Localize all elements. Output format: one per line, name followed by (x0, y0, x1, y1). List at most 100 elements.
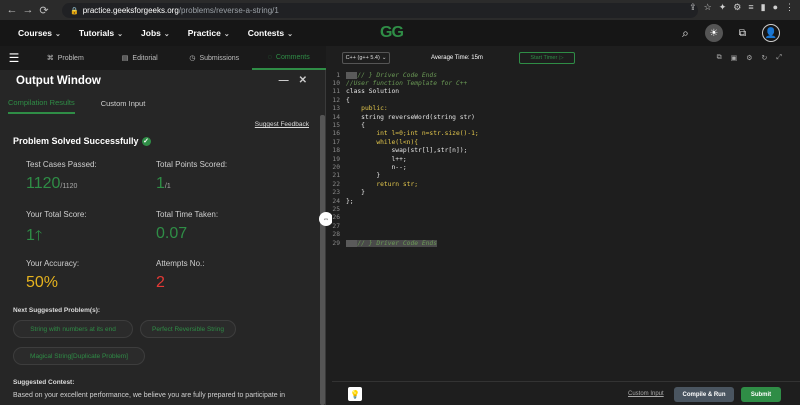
stat-value: 1120/1120 (26, 175, 78, 192)
search-icon[interactable]: ⌕ (682, 26, 689, 41)
share-icon[interactable]: ⇪ (689, 2, 697, 13)
output-window-title: Output Window (16, 75, 101, 87)
chevron-down-icon: ⌄ (117, 31, 124, 38)
stat-attempts: Attempts No.: 2 (156, 259, 204, 292)
extension-icon[interactable]: ✦ (719, 2, 727, 13)
save-icon[interactable]: ▣ (731, 54, 738, 62)
queue-icon[interactable]: ≡ (748, 2, 753, 13)
tab-comments[interactable]: ◌ Comments (251, 46, 326, 70)
back-icon[interactable]: ← (4, 2, 20, 18)
code-line: 13 public: (332, 105, 388, 113)
close-icon[interactable]: ✕ (299, 75, 307, 86)
forward-icon[interactable]: → (20, 2, 36, 18)
suggestion-chip[interactable]: Perfect Reversible String (140, 320, 236, 338)
stat-points: Total Points Scored: 1/1 (156, 160, 227, 193)
stat-value: 0.07 (156, 225, 188, 242)
site-actions: ⌕ ☀ ⧉ 👤 (682, 24, 780, 42)
gfg-logo[interactable]: GG (380, 24, 404, 42)
code-line: 24}; (332, 197, 354, 205)
stat-accuracy: Your Accuracy: 50% (26, 259, 79, 292)
document-icon: ▤ (121, 55, 129, 62)
address-bar[interactable]: 🔒 practice.geeksforgeeks.org/problems/re… (62, 3, 698, 18)
translate-icon[interactable]: ⧉ (739, 28, 746, 39)
lock-icon: 🔒 (70, 7, 79, 15)
stat-value: 1🡑 (26, 227, 43, 244)
copy-icon[interactable]: ⧉ (717, 54, 722, 62)
average-time: Average Time: 15m (431, 55, 483, 61)
hamburger-menu-icon[interactable]: ☰ (0, 46, 28, 70)
start-timer-button[interactable]: Start Timer ▷ (519, 52, 575, 64)
browser-toolbar: ← → ⟳ 🔒 practice.geeksforgeeks.org/probl… (0, 0, 800, 20)
code-line: 15 { (332, 122, 365, 130)
resize-handle-icon[interactable]: ⇔ (319, 212, 333, 226)
url-path: /problems/reverse-a-string/1 (178, 6, 279, 15)
code-line: 14 string reverseWord(string str) (332, 113, 475, 121)
check-circle-icon: ✓ (141, 136, 151, 146)
chevron-down-icon: ⌄ (163, 31, 170, 38)
reset-icon[interactable]: ↻ (762, 54, 768, 62)
next-suggested-title: Next Suggested Problem(s): (13, 307, 101, 314)
star-icon[interactable]: ☆ (704, 2, 712, 13)
status-message: Problem Solved Successfully ✓ (13, 136, 151, 146)
tab-compilation-results[interactable]: Compilation Results (8, 98, 75, 114)
kebab-menu-icon[interactable]: ⋮ (785, 2, 794, 13)
code-line: 27 (332, 222, 340, 230)
minimize-icon[interactable]: — (279, 75, 289, 86)
stat-label: Total Time Taken: (156, 210, 219, 219)
stat-total-score: Your Total Score: 1🡑 (26, 210, 86, 249)
fullscreen-icon[interactable]: ⤢ (776, 54, 782, 62)
browser-actions: ⇪ ☆ ✦ ⚙ ≡ ▮ ● ⋮ (689, 2, 794, 13)
compile-run-button[interactable]: Compile & Run (674, 387, 734, 402)
stat-label: Test Cases Passed: (26, 160, 97, 169)
tab-custom-input[interactable]: Custom Input (101, 99, 146, 113)
lightbulb-icon[interactable]: 💡 (348, 387, 362, 401)
suggested-contest-text: Based on your excellent performance, we … (13, 392, 285, 399)
tab-editorial[interactable]: ▤ Editorial (103, 46, 178, 70)
code-line: 20 n--; (332, 163, 407, 171)
output-tabs: Compilation Results Custom Input (0, 96, 325, 116)
code-line: 18 swap(str[l],str[n]); (332, 147, 468, 155)
suggestion-chip[interactable]: String with numbers at its end (13, 320, 133, 338)
stat-value: 50% (26, 274, 59, 291)
play-icon: ▷ (559, 55, 564, 61)
arrow-up-icon: 🡑 (34, 227, 43, 243)
reload-icon[interactable]: ⟳ (36, 2, 52, 18)
url-host: practice.geeksforgeeks.org (82, 6, 179, 15)
editor-toolbar: C++ (g++ 5.4) ⌄ Average Time: 15m Start T… (332, 46, 800, 70)
code-line: 16 int l=0;int n=str.size()-1; (332, 130, 479, 138)
stat-label: Your Total Score: (26, 210, 87, 219)
stat-label: Total Points Scored: (156, 160, 228, 169)
editor-footer: 💡 Custom Input Compile & Run Submit (332, 381, 800, 405)
settings-icon[interactable]: ⚙ (746, 54, 752, 62)
suggest-feedback-link[interactable]: Suggest Feedback (255, 121, 309, 128)
clock-icon: ◷ (189, 55, 196, 62)
tab-submissions[interactable]: ◷ Submissions (177, 46, 252, 70)
chevron-down-icon: ⌄ (55, 31, 61, 38)
theme-toggle-icon[interactable]: ☀ (704, 24, 723, 42)
code-line: 21 } (332, 172, 381, 180)
nav-contests[interactable]: Contests ⌄ (248, 28, 293, 38)
profile-icon[interactable]: ● (773, 2, 778, 13)
stat-value: 1/1 (156, 175, 171, 192)
code-line: 19 l++; (332, 155, 407, 163)
user-avatar-icon[interactable]: 👤 (762, 24, 780, 42)
code-line: 12{ (332, 96, 350, 104)
code-line: 11 class Solution (332, 88, 400, 96)
sidepanel-icon[interactable]: ▮ (761, 2, 766, 13)
status-text: Problem Solved Successfully (13, 136, 139, 146)
puzzle-icon[interactable]: ⚙ (733, 2, 741, 13)
output-scrollbar[interactable] (320, 115, 325, 405)
nav-jobs[interactable]: Jobs ⌄ (141, 28, 170, 38)
submit-button[interactable]: Submit (741, 387, 781, 402)
language-select[interactable]: C++ (g++ 5.4) ⌄ (342, 52, 390, 64)
code-editor[interactable]: 1 ▮▮▮// } Driver Code Ends 10//User funct… (332, 70, 800, 381)
nav-courses[interactable]: Courses ⌄ (18, 28, 61, 38)
code-line: 29 ▮▮▮// } Driver Code Ends (332, 239, 437, 247)
stat-time-taken: Total Time Taken: 0.07 (156, 210, 218, 243)
suggestion-chip[interactable]: Magical String[Duplicate Problem] (13, 347, 145, 365)
code-line: 25 (332, 205, 340, 213)
nav-practice[interactable]: Practice ⌄ (188, 28, 230, 38)
tab-problem[interactable]: ⌘ Problem (28, 46, 103, 70)
custom-input-link[interactable]: Custom Input (628, 391, 664, 397)
nav-tutorials[interactable]: Tutorials ⌄ (79, 28, 123, 38)
